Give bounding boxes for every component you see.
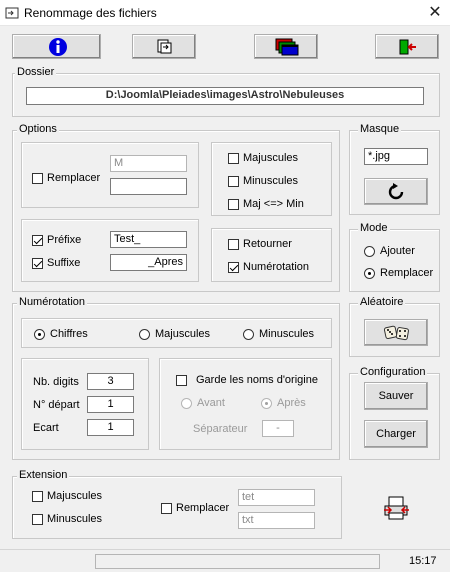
avant-radio[interactable] — [181, 398, 192, 409]
chiffres-label: Chiffres — [50, 328, 88, 340]
remplacer-checkbox[interactable] — [32, 173, 43, 184]
configuration-legend: Configuration — [358, 366, 428, 378]
separateur-label: Séparateur — [193, 423, 248, 435]
ext-from-field[interactable]: tet — [238, 489, 315, 506]
suffixe-field[interactable]: _Apres — [110, 254, 187, 271]
title-bar: Renommage des fichiers ✕ — [0, 0, 450, 26]
folder-path-field[interactable]: D:\Joomla\Pleiades\images\Astro\Nebuleus… — [26, 87, 424, 105]
num-minuscules-radio[interactable] — [243, 329, 254, 340]
numerotation-checkbox[interactable] — [228, 262, 239, 273]
window-title: Renommage des fichiers — [24, 6, 157, 20]
ext-to-field[interactable]: txt — [238, 512, 315, 529]
ecart-label: Ecart — [33, 422, 59, 434]
exit-button[interactable] — [375, 34, 439, 59]
remplacer-label: Remplacer — [47, 172, 101, 184]
apres-radio[interactable] — [261, 398, 272, 409]
refresh-icon — [388, 183, 404, 200]
close-button[interactable]: ✕ — [422, 2, 448, 24]
ext-minuscules-checkbox[interactable] — [32, 514, 43, 525]
retourner-subgroup — [211, 228, 332, 282]
prefixe-label: Préfixe — [47, 234, 82, 246]
masque-field[interactable]: *.jpg — [364, 148, 428, 165]
retourner-checkbox[interactable] — [228, 239, 239, 250]
ajouter-label: Ajouter — [380, 245, 415, 257]
charger-button[interactable]: Charger — [364, 420, 428, 448]
mode-group — [349, 229, 440, 292]
dossier-legend: Dossier — [15, 66, 57, 78]
num-majuscules-radio[interactable] — [139, 329, 150, 340]
ajouter-radio[interactable] — [364, 246, 375, 257]
minuscules-label: Minuscules — [243, 175, 299, 187]
prefixe-checkbox[interactable] — [32, 235, 43, 246]
info-icon — [49, 38, 67, 56]
avant-label: Avant — [197, 397, 225, 409]
separateur-field[interactable]: - — [262, 420, 294, 437]
remplacer-radio[interactable] — [364, 268, 375, 279]
process-button[interactable] — [132, 34, 196, 59]
windows-icon — [275, 38, 299, 56]
chiffres-radio[interactable] — [34, 329, 45, 340]
sauver-button[interactable]: Sauver — [364, 382, 428, 410]
progress-bar — [95, 554, 380, 569]
random-button[interactable] — [364, 319, 428, 346]
rename-files-icon — [157, 39, 172, 54]
status-bar: 15:17 — [0, 549, 450, 572]
refresh-button[interactable] — [364, 178, 428, 205]
mode-legend: Mode — [358, 222, 390, 234]
numerotation-legend: Numérotation — [17, 296, 88, 308]
retourner-label: Retourner — [243, 238, 292, 250]
remplacer-mode-label: Remplacer — [380, 267, 434, 279]
app-icon — [5, 7, 19, 19]
dice-icon — [383, 325, 409, 341]
depart-label: N° départ — [33, 399, 80, 411]
majuscules-label: Majuscules — [243, 152, 299, 164]
garde-noms-label: Garde les noms d'origine — [196, 374, 318, 386]
nb-digits-field[interactable]: 3 — [87, 373, 134, 390]
remplacer-from-field[interactable]: M — [110, 155, 187, 172]
ext-remplacer-checkbox[interactable] — [161, 503, 172, 514]
suffixe-label-text: Suffixe — [47, 257, 81, 269]
num-majuscules-label: Majuscules — [155, 328, 211, 340]
numerotation-label: Numérotation — [243, 261, 310, 273]
extension-legend: Extension — [17, 469, 70, 481]
apres-label: Après — [277, 397, 306, 409]
ext-minuscules-label: Minuscules — [47, 513, 103, 525]
prefixe-field[interactable]: Test_ — [110, 231, 187, 248]
majuscules-checkbox[interactable] — [228, 153, 239, 164]
status-time: 15:17 — [409, 555, 437, 567]
remplacer-to-field[interactable] — [110, 178, 187, 195]
exit-door-icon — [399, 39, 416, 55]
depart-field[interactable]: 1 — [87, 396, 134, 413]
info-button[interactable] — [12, 34, 101, 59]
garde-noms-checkbox[interactable] — [176, 375, 187, 386]
maj-min-label: Maj <=> Min — [243, 198, 304, 210]
minuscules-checkbox[interactable] — [228, 176, 239, 187]
maj-min-checkbox[interactable] — [228, 199, 239, 210]
ext-majuscules-label: Majuscules — [47, 490, 103, 502]
nb-digits-label: Nb. digits — [33, 376, 79, 388]
windows-button[interactable] — [254, 34, 318, 59]
masque-legend: Masque — [358, 123, 402, 135]
num-minuscules-label: Minuscules — [259, 328, 315, 340]
aleatoire-legend: Aléatoire — [358, 296, 406, 308]
suffixe-checkbox[interactable] — [32, 258, 43, 269]
prefix-suffix-subgroup — [21, 219, 199, 282]
printer-icon[interactable] — [383, 495, 411, 521]
ext-remplacer-label: Remplacer — [176, 502, 230, 514]
ecart-field[interactable]: 1 — [87, 419, 134, 436]
ext-majuscules-checkbox[interactable] — [32, 491, 43, 502]
options-legend: Options — [17, 123, 59, 135]
